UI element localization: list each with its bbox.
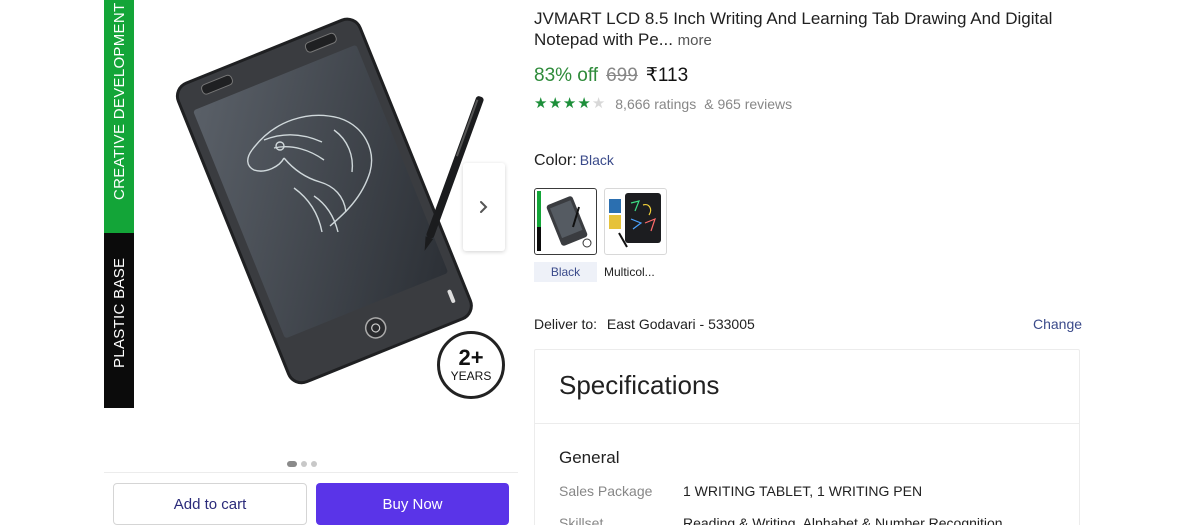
color-label: Color: xyxy=(534,152,577,169)
star-empty-icon: ★ xyxy=(591,95,606,112)
swatch-multicolor-thumbnail xyxy=(609,193,661,248)
change-location-link[interactable]: Change xyxy=(1033,316,1082,332)
price-text: ₹113 xyxy=(645,65,689,86)
product-title-text: JVMART LCD 8.5 Inch Writing And Learning… xyxy=(534,9,1053,49)
price-row: 83% off 699 ₹113 xyxy=(534,64,688,87)
color-swatch-multicolor[interactable] xyxy=(604,188,667,255)
carousel-dot[interactable] xyxy=(311,461,317,467)
mrp-text: 699 xyxy=(606,65,638,86)
spec-key: Skillset xyxy=(559,515,604,525)
star-filled-icon: ★ xyxy=(548,95,562,112)
spec-value: 1 WRITING TABLET, 1 WRITING PEN xyxy=(683,483,923,499)
carousel-dot[interactable] xyxy=(301,461,307,467)
swatch-label-multicolor: Multicol... xyxy=(604,265,655,279)
delivery-location: East Godavari - 533005 xyxy=(606,316,755,332)
years-badge: 2+ YEARS xyxy=(437,331,505,399)
feature-banner: CREATIVE DEVELOPMENT PLASTIC BASE xyxy=(104,0,134,408)
star-filled-icon: ★ xyxy=(577,95,591,112)
deliver-label: Deliver to: xyxy=(534,316,598,332)
years-badge-number: 2+ xyxy=(458,345,484,370)
star-rating: ★ ★ ★ ★ ★ xyxy=(534,96,605,112)
swatch-label-black: Black xyxy=(534,262,597,282)
delivery-info: Deliver to: East Godavari - 533005 xyxy=(534,316,755,332)
selected-color: Black xyxy=(579,152,614,168)
banner-bottom-text: PLASTIC BASE xyxy=(111,257,128,368)
add-to-cart-button[interactable]: Add to cart xyxy=(113,483,307,525)
spec-group-title: General xyxy=(559,448,620,467)
product-title: JVMART LCD 8.5 Inch Writing And Learning… xyxy=(534,8,1094,51)
reviews-count: & 965 reviews xyxy=(704,96,793,112)
spec-row: Skillset Reading & Writing, Alphabet & N… xyxy=(559,515,1003,525)
color-selector-header: Color: Black xyxy=(534,152,614,170)
specifications-heading: Specifications xyxy=(559,370,720,400)
spec-value: Reading & Writing, Alphabet & Number Rec… xyxy=(683,515,1003,525)
buy-now-button[interactable]: Buy Now xyxy=(316,483,509,525)
next-image-button[interactable] xyxy=(463,163,505,251)
discount-text: 83% off xyxy=(534,65,599,86)
years-badge-label: YEARS xyxy=(450,369,492,383)
product-gallery[interactable]: CREATIVE DEVELOPMENT PLASTIC BASE 2+ YEA… xyxy=(104,0,518,470)
divider xyxy=(535,423,1079,424)
carousel-dots xyxy=(287,461,317,467)
action-bar: Add to cart Buy Now xyxy=(104,472,518,525)
spec-key: Sales Package xyxy=(559,483,653,499)
spec-row: Sales Package 1 WRITING TABLET, 1 WRITIN… xyxy=(559,483,922,499)
more-link[interactable]: more xyxy=(678,32,712,49)
rating-row[interactable]: ★ ★ ★ ★ ★ 8,666 ratings & 965 reviews xyxy=(534,96,798,113)
product-page: CREATIVE DEVELOPMENT PLASTIC BASE 2+ YEA… xyxy=(0,0,1200,525)
chevron-right-icon xyxy=(480,201,488,213)
color-swatch-black[interactable] xyxy=(534,188,597,255)
star-filled-icon: ★ xyxy=(534,95,548,112)
star-filled-icon: ★ xyxy=(562,95,577,112)
ratings-count: 8,666 ratings xyxy=(615,96,697,112)
specifications-panel: Specifications General Sales Package 1 W… xyxy=(534,349,1080,525)
swatch-black-thumbnail xyxy=(537,191,592,251)
carousel-dot-active[interactable] xyxy=(287,461,297,467)
banner-top-text: CREATIVE DEVELOPMENT xyxy=(111,2,128,200)
